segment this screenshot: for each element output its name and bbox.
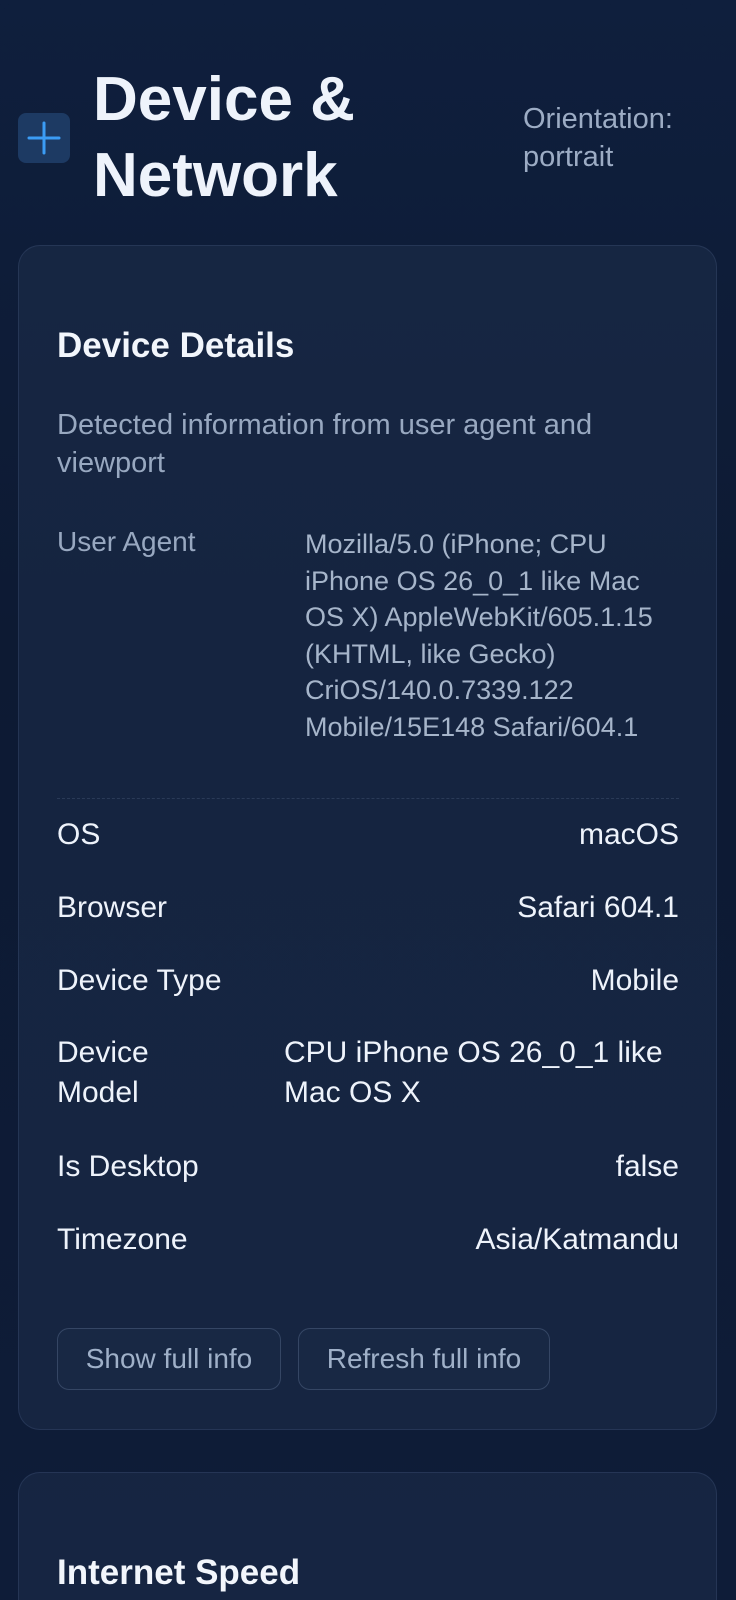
info-value: CPU iPhone OS 26_0_1 like Mac OS X [284, 1036, 663, 1109]
card-title: Internet Speed [57, 1553, 301, 1592]
info-value: Safari 604.1 [517, 891, 679, 924]
info-label: Device Type [57, 964, 222, 997]
info-label: Browser [57, 891, 168, 924]
info-value: Asia/Katmandu [475, 1223, 679, 1256]
plus-icon[interactable] [18, 113, 70, 163]
info-label: OS [57, 818, 101, 851]
page-title: Device & Network [93, 65, 355, 210]
info-label: Device Model [57, 1036, 149, 1109]
divider [57, 798, 679, 799]
orientation-text: Orientation: portrait [523, 103, 673, 173]
refresh-full-info-button[interactable]: Refresh full info [298, 1328, 550, 1390]
user-agent-label: User Agent [57, 526, 196, 557]
info-label: Is Desktop [57, 1150, 199, 1183]
user-agent-row: User Agent Mozilla/5.0 (iPhone; CPU iPho… [57, 526, 679, 790]
internet-speed-card: Internet Speed [18, 1472, 717, 1600]
info-value: false [615, 1150, 679, 1183]
card-subtitle: Detected information from user agent and… [57, 409, 593, 479]
device-details-card: Device Details Detected information from… [18, 245, 717, 1430]
user-agent-value: Mozilla/5.0 (iPhone; CPU iPhone OS 26_0_… [305, 529, 653, 742]
show-full-info-button[interactable]: Show full info [57, 1328, 281, 1390]
info-value: macOS [578, 818, 679, 851]
card-title: Device Details [57, 326, 295, 365]
info-value: Mobile [590, 964, 679, 997]
info-label: Timezone [57, 1223, 188, 1256]
page-header: Device & Network Orientation: portrait [0, 0, 736, 240]
